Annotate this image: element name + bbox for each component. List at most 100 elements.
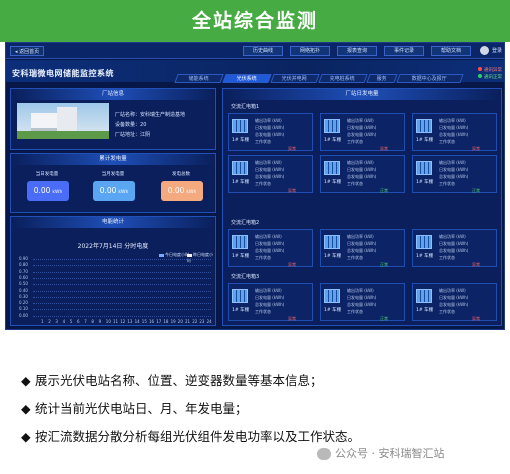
inverter-field-label: 工作状态 bbox=[439, 181, 455, 186]
grid-line bbox=[33, 259, 211, 260]
combiner-box-label: 交流汇电箱1 bbox=[231, 104, 260, 110]
tab-pv-system-label: 光伏系统 bbox=[236, 76, 257, 82]
inverter-card[interactable]: 1# 车棚 输出功率 (kW) 日发电量 (kWh) 总发电量 (kWh) 工作状态 异常 bbox=[228, 283, 313, 321]
inverter-field: 总发电量 (kWh) bbox=[439, 174, 468, 180]
inverter-status: 异常 bbox=[288, 316, 296, 321]
inverter-card[interactable]: 1# 车棚 输出功率 (kW) 日发电量 (kWh) 总发电量 (kWh) 工作状态 异常 bbox=[228, 155, 313, 193]
inverter-field: 总发电量 (kWh) bbox=[347, 302, 376, 308]
inverter-card[interactable]: 1# 车棚 输出功率 (kW) 日发电量 (kWh) 总发电量 (kWh) 工作状态 异常 bbox=[320, 113, 405, 151]
inverter-field: 总发电量 (kWh) bbox=[439, 248, 468, 254]
solar-panel-icon bbox=[416, 235, 432, 249]
x-tick-label: 13 bbox=[127, 318, 133, 324]
x-tick-label: 11 bbox=[113, 318, 119, 324]
y-tick-label: 0.50 bbox=[19, 281, 28, 287]
inverter-field-label: 输出功率 (kW) bbox=[347, 160, 374, 165]
inverter-card[interactable]: 1# 车棚 输出功率 (kW) 日发电量 (kWh) 总发电量 (kWh) 工作状态 正常 bbox=[320, 155, 405, 193]
tab-service-label: 服务 bbox=[376, 76, 387, 82]
inverter-field-label: 总发电量 (kWh) bbox=[347, 302, 377, 307]
inverter-name: 1# 车棚 bbox=[324, 138, 342, 143]
inverter-field-label: 输出功率 (kW) bbox=[347, 118, 374, 123]
tab-storage[interactable]: 储能系统 bbox=[174, 74, 224, 83]
inverter-field-label: 工作状态 bbox=[255, 139, 271, 144]
inverter-field: 工作状态 bbox=[347, 181, 363, 187]
y-tick-label: 0.90 bbox=[19, 256, 28, 261]
station-info-panel: 厂站信息 厂站名称：安科瑞生产制造基地 设备数量：20 厂站地址：江阴 bbox=[10, 88, 216, 150]
inverter-status: 异常 bbox=[380, 146, 388, 151]
grid-line bbox=[33, 277, 211, 279]
inverter-field-label: 总发电量 (kWh) bbox=[255, 132, 285, 137]
tab-data-center-label: 数据中心及报厅 bbox=[412, 76, 448, 82]
inverter-field: 总发电量 (kWh) bbox=[255, 302, 284, 308]
inverter-card[interactable]: 1# 车棚 输出功率 (kW) 日发电量 (kWh) 总发电量 (kWh) 工作状态 正常 bbox=[320, 283, 405, 321]
x-tick-label: 8 bbox=[91, 318, 94, 324]
inverter-field: 输出功率 (kW) bbox=[347, 234, 374, 240]
feature-text-2: 统计当前光伏电站日、月、年发电量； bbox=[35, 401, 248, 416]
grid-line bbox=[33, 265, 211, 267]
station-address-value: 江阴 bbox=[140, 132, 151, 138]
daily-energy-label: 当日发电量 bbox=[35, 172, 59, 177]
history-curve-button[interactable]: 历史曲线 bbox=[243, 46, 283, 56]
solar-panel-icon bbox=[416, 289, 432, 303]
solar-panel-icon bbox=[416, 161, 432, 175]
user-avatar-icon[interactable] bbox=[480, 46, 489, 55]
tab-charging[interactable]: 充电桩系统 bbox=[318, 74, 368, 83]
total-energy-value: 0.00 bbox=[167, 186, 185, 195]
legend-today-swatch bbox=[159, 253, 164, 257]
green-dot-icon bbox=[478, 74, 482, 78]
inverter-field-label: 总发电量 (kWh) bbox=[439, 302, 469, 307]
device-count: 设备数量：20 bbox=[115, 121, 146, 128]
inverter-card[interactable]: 1# 车棚 输出功率 (kW) 日发电量 (kWh) 总发电量 (kWh) 工作状态 异常 bbox=[412, 229, 497, 267]
total-energy-box: 0.00 kWh bbox=[161, 181, 203, 201]
help-docs-button[interactable]: 帮助文档 bbox=[431, 46, 471, 56]
inverter-field: 输出功率 (kW) bbox=[347, 160, 374, 166]
feature-item: ◆ 按汇流数据分散分析每组光伏组件发电功率以及工作状态。 bbox=[21, 426, 360, 445]
inverter-field-label: 总发电量 (kWh) bbox=[255, 302, 285, 307]
inverter-panel: 厂站日发电量 交流汇电箱1 1# 车棚 输出功率 (kW) 日发电量 (kWh) 总发电… bbox=[222, 88, 502, 326]
inverter-status: 异常 bbox=[472, 146, 480, 151]
report-query-button[interactable]: 报表查询 bbox=[337, 46, 377, 56]
inverter-card[interactable]: 1# 车棚 输出功率 (kW) 日发电量 (kWh) 总发电量 (kWh) 工作状态 正常 bbox=[320, 229, 405, 267]
inverter-card[interactable]: 1# 车棚 输出功率 (kW) 日发电量 (kWh) 总发电量 (kWh) 工作状态 异常 bbox=[412, 283, 497, 321]
event-log-button[interactable]: 事件记录 bbox=[384, 46, 424, 56]
grid-line bbox=[33, 271, 211, 273]
inverter-field: 输出功率 (kW) bbox=[439, 118, 466, 124]
back-home-button[interactable]: ◂ 返回首页 bbox=[10, 46, 45, 56]
daily-energy-box: 0.00 kWh bbox=[27, 181, 69, 201]
inverter-card[interactable]: 1# 车棚 输出功率 (kW) 日发电量 (kWh) 总发电量 (kWh) 工作状态 异常 bbox=[412, 113, 497, 151]
x-tick-label: 21 bbox=[185, 318, 191, 324]
login-link[interactable]: 登录 bbox=[492, 47, 502, 54]
inverter-field-label: 日发电量 (kWh) bbox=[347, 241, 377, 246]
inverter-name: 1# 车棚 bbox=[232, 180, 250, 185]
daily-energy-value: 0.00 bbox=[33, 186, 51, 195]
solar-panel-icon bbox=[324, 161, 340, 175]
inverter-card[interactable]: 1# 车棚 输出功率 (kW) 日发电量 (kWh) 总发电量 (kWh) 工作状态 正常 bbox=[412, 155, 497, 193]
legend-today-label: 今日电度小时 bbox=[165, 252, 189, 257]
inverter-status: 正常 bbox=[380, 262, 388, 267]
inverter-field-label: 总发电量 (kWh) bbox=[439, 174, 469, 179]
tab-data-center[interactable]: 数据中心及报厅 bbox=[396, 74, 464, 83]
inverter-field-label: 工作状态 bbox=[439, 255, 455, 260]
solar-panel-icon bbox=[416, 119, 432, 133]
station-address: 厂站地址：江阴 bbox=[115, 131, 150, 138]
legend-today: 今日电度小时 bbox=[159, 252, 189, 258]
inverter-field: 工作状态 bbox=[255, 309, 271, 315]
inverter-field-label: 工作状态 bbox=[439, 139, 455, 144]
network-topology-button[interactable]: 网络拓扑 bbox=[290, 46, 330, 56]
inverter-field-label: 总发电量 (kWh) bbox=[439, 248, 469, 253]
y-tick-label: 0.80 bbox=[19, 262, 28, 268]
inverter-field-label: 日发电量 (kWh) bbox=[439, 125, 469, 130]
x-tick-label: 20 bbox=[177, 318, 183, 324]
inverter-name: 1# 车棚 bbox=[416, 138, 434, 143]
tab-service[interactable]: 服务 bbox=[366, 74, 398, 83]
legend-comm-ok: 通讯正常 bbox=[478, 74, 502, 80]
inverter-status: 正常 bbox=[380, 188, 388, 193]
inverter-field: 工作状态 bbox=[255, 255, 271, 261]
inverter-field-label: 工作状态 bbox=[255, 255, 271, 260]
tab-pv-system[interactable]: 光伏系统 bbox=[222, 74, 272, 83]
inverter-field: 日发电量 (kWh) bbox=[347, 295, 376, 301]
monitoring-screen: ◂ 返回首页 历史曲线 网络拓扑 报表查询 事件记录 帮助文档 登录 安科瑞微电… bbox=[5, 42, 505, 330]
inverter-status: 正常 bbox=[380, 316, 388, 321]
tab-pv-grid[interactable]: 光伏并电网 bbox=[270, 74, 320, 83]
inverter-card[interactable]: 1# 车棚 输出功率 (kW) 日发电量 (kWh) 总发电量 (kWh) 工作状态 异常 bbox=[228, 229, 313, 267]
inverter-card[interactable]: 1# 车棚 输出功率 (kW) 日发电量 (kWh) 总发电量 (kWh) 工作状态 异常 bbox=[228, 113, 313, 151]
